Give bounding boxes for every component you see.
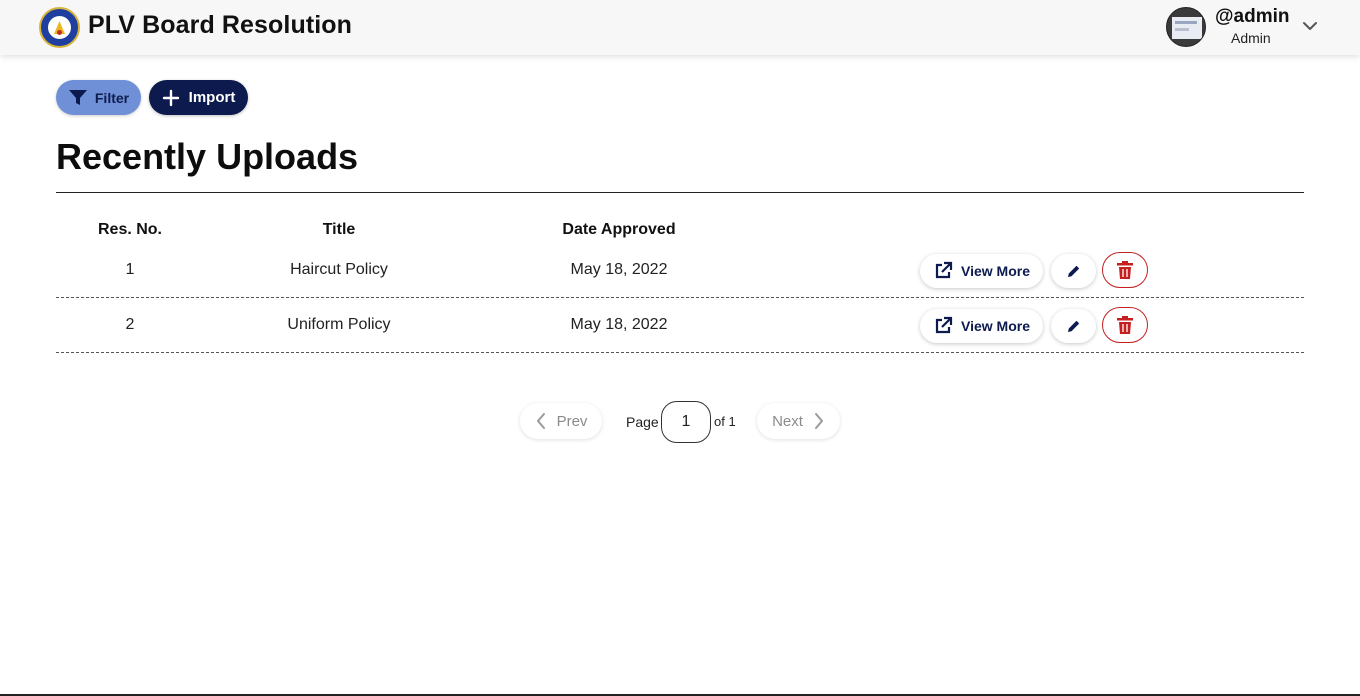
next-page-button[interactable]: Next	[757, 403, 840, 439]
column-header-date-approved: Date Approved	[562, 221, 676, 238]
funnel-icon	[68, 89, 87, 105]
view-more-label: View More	[961, 318, 1030, 334]
prev-page-button[interactable]: Prev	[520, 403, 602, 439]
external-link-icon	[935, 261, 953, 279]
chevron-left-icon	[536, 413, 545, 429]
page-total-label: of 1	[714, 414, 736, 429]
edit-button[interactable]	[1051, 309, 1096, 343]
plv-logo	[39, 7, 80, 48]
cell-title: Haircut Policy	[290, 261, 388, 278]
filter-button-label: Filter	[94, 89, 130, 106]
user-role: Admin	[1231, 30, 1271, 46]
chevron-right-icon	[814, 413, 823, 429]
delete-button[interactable]	[1102, 252, 1148, 288]
section-title: Recently Uploads	[56, 136, 359, 177]
import-button-label: Import	[188, 89, 236, 106]
column-header-title: Title	[322, 221, 356, 238]
row-divider	[56, 352, 1304, 353]
pencil-icon	[1067, 320, 1079, 332]
trash-icon	[1117, 316, 1133, 334]
view-more-button[interactable]: View More	[920, 309, 1043, 343]
prev-label: Prev	[556, 412, 588, 430]
row-divider	[56, 297, 1304, 298]
chevron-down-icon[interactable]	[1300, 16, 1320, 36]
column-header-res-no: Res. No.	[97, 221, 162, 238]
cell-res-no: 1	[125, 261, 135, 278]
page-number-input[interactable]	[661, 401, 711, 443]
page-label: Page	[626, 414, 659, 430]
filter-button[interactable]: Filter	[56, 80, 141, 115]
plus-icon	[162, 89, 179, 106]
user-name: @admin	[1215, 6, 1290, 27]
trash-icon	[1117, 261, 1133, 279]
user-avatar[interactable]	[1166, 7, 1206, 47]
next-label: Next	[772, 412, 803, 430]
pencil-icon	[1067, 265, 1079, 277]
cell-res-no: 2	[125, 316, 135, 333]
title-divider	[56, 192, 1304, 193]
app-title: PLV Board Resolution	[88, 11, 353, 39]
cell-date-approved: May 18, 2022	[570, 261, 668, 278]
edit-button[interactable]	[1051, 254, 1096, 288]
cell-title: Uniform Policy	[287, 316, 391, 333]
view-more-button[interactable]: View More	[920, 254, 1043, 288]
import-button[interactable]: Import	[149, 80, 248, 115]
view-more-label: View More	[961, 263, 1030, 279]
external-link-icon	[935, 316, 953, 334]
delete-button[interactable]	[1102, 307, 1148, 343]
cell-date-approved: May 18, 2022	[570, 316, 668, 333]
top-navbar: PLV Board Resolution @admin Admin	[0, 0, 1360, 55]
